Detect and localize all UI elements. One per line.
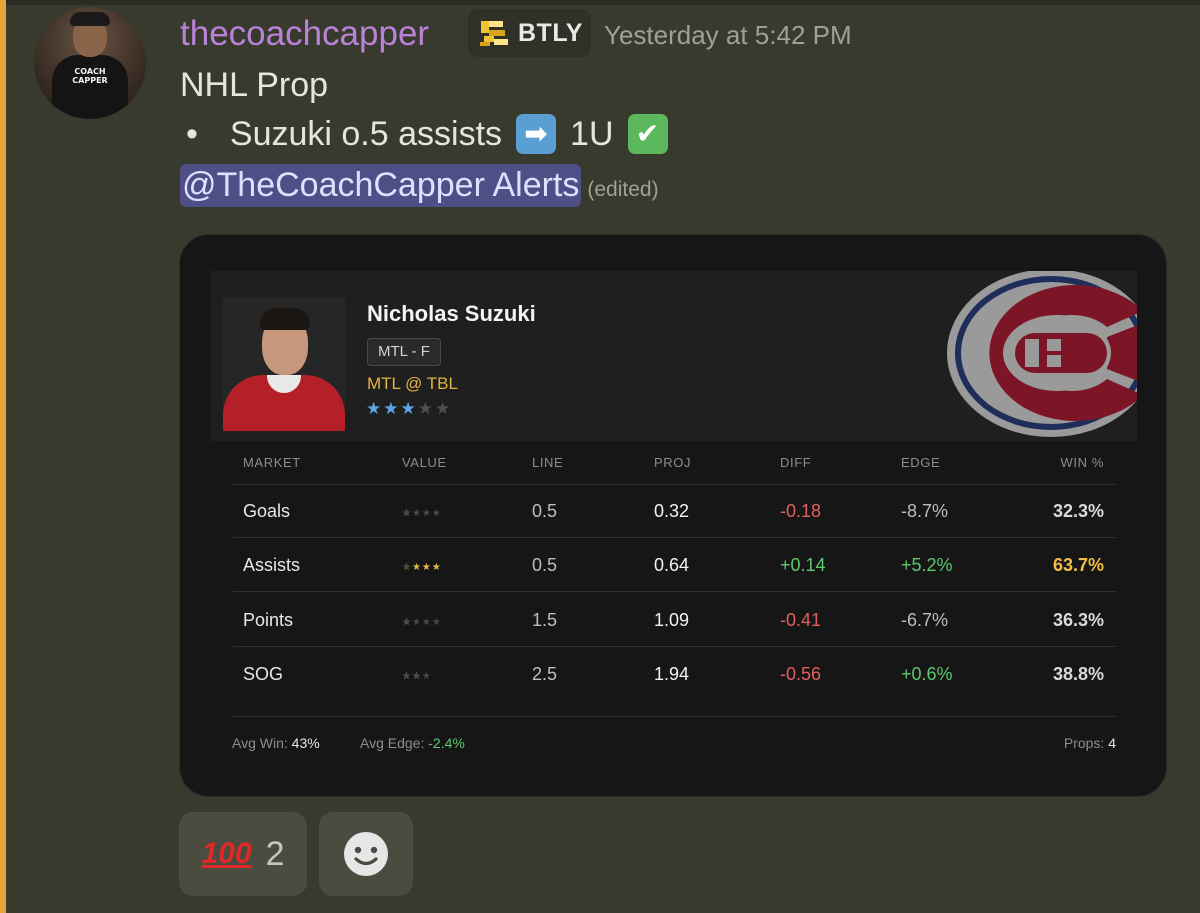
player-rating-stars: ★★★★★ (366, 399, 452, 419)
message-line-pick: • Suzuki o.5 assists ➡ 1U ✔ (180, 114, 668, 154)
star-icon: ★ (400, 399, 418, 418)
avatar-shirt-text: COACH CAPPER (72, 67, 108, 85)
avatar[interactable]: COACH CAPPER (34, 7, 146, 119)
top-strip (0, 0, 1200, 5)
star-icon: ★ (435, 399, 453, 418)
app-tag-label: BTLY (518, 18, 583, 47)
column-header-win: WIN % (1060, 455, 1104, 470)
column-header-proj: PROJ (654, 455, 692, 470)
table-row: SOG ★★ ★★★ 2.5 1.94 -0.56 +0.6% 38.8% (243, 664, 1104, 684)
avg-edge-value: -2.4% (428, 735, 465, 751)
position-badge: MTL - F (367, 338, 441, 366)
market-cell: SOG (243, 664, 284, 684)
diff-cell: -0.41 (780, 610, 822, 630)
divider (233, 716, 1116, 717)
units-text: 1U (570, 114, 614, 153)
smiley-face-icon (344, 832, 388, 876)
edge-cell: +5.2% (901, 555, 953, 575)
win-cell: 32.3% (1052, 501, 1104, 521)
mention-highlight-bar (0, 0, 6, 913)
player-header: Nicholas Suzuki MTL - F MTL @ TBL ★★★★★ (211, 271, 1137, 441)
divider (233, 537, 1116, 538)
message-line-mention: @TheCoachCapper Alerts (edited) (180, 164, 659, 207)
column-header-diff: DIFF (780, 455, 812, 470)
timestamp[interactable]: Yesterday at 5:42 PM (604, 20, 852, 51)
props-count: Props: 4 (1064, 735, 1116, 751)
check-mark-emoji-icon: ✔ (627, 114, 668, 154)
star-icon: ★ (417, 399, 435, 418)
player-photo (223, 297, 345, 431)
props-label: Props: (1063, 735, 1105, 751)
proj-cell: 1.09 (654, 610, 690, 630)
btly-logo-icon (478, 16, 512, 50)
win-cell: 63.7% (1052, 555, 1104, 575)
market-cell: Assists (243, 555, 301, 575)
market-cell: Points (243, 610, 294, 630)
divider (233, 591, 1116, 592)
column-header-line: LINE (532, 455, 564, 470)
table-header: MARKET VALUE LINE PROJ DIFF EDGE WIN % (180, 455, 1166, 475)
line-cell: 0.5 (532, 501, 558, 521)
hundred-points-emoji-icon: 100 (201, 837, 252, 870)
add-reaction-button[interactable] (319, 812, 413, 896)
star-icon: ★ (366, 399, 384, 418)
pick-text: Suzuki o.5 assists (229, 114, 503, 153)
reaction-100[interactable]: 100 2 (179, 812, 307, 896)
role-mention[interactable]: @TheCoachCapper Alerts (180, 164, 582, 207)
edge-cell: -8.7% (901, 501, 949, 521)
table-row: Points ★ ★★★★ 1.5 1.09 -0.41 -6.7% 36.3% (243, 610, 1104, 630)
props-value: 4 (1108, 735, 1116, 751)
username[interactable]: thecoachcapper (180, 14, 429, 54)
divider (233, 646, 1116, 647)
line-cell: 2.5 (532, 664, 558, 684)
proj-cell: 0.32 (654, 501, 690, 521)
win-cell: 38.8% (1052, 664, 1104, 684)
market-cell: Goals (243, 501, 291, 521)
diff-cell: +0.14 (780, 555, 826, 575)
divider (233, 484, 1116, 485)
line-cell: 1.5 (532, 610, 558, 630)
star-icon: ★ (383, 399, 401, 418)
column-header-value: VALUE (402, 455, 447, 470)
proj-cell: 1.94 (654, 664, 690, 684)
table-row: Goals ★ ★★★★ 0.5 0.32 -0.18 -8.7% 32.3% (243, 501, 1104, 521)
avg-edge-label: Avg Edge: (360, 735, 425, 751)
column-header-market: MARKET (243, 455, 301, 470)
prop-card-image[interactable]: Nicholas Suzuki MTL - F MTL @ TBL ★★★★★ … (179, 234, 1167, 797)
line-cell: 0.5 (532, 555, 558, 575)
diff-cell: -0.56 (780, 664, 822, 684)
win-cell: 36.3% (1052, 610, 1104, 630)
table-row: Assists ★★★★ ★ 0.5 0.64 +0.14 +5.2% 63.7% (243, 555, 1104, 575)
avg-win-label: Avg Win: (232, 735, 288, 751)
avg-win: Avg Win: 43% (232, 735, 320, 751)
avg-edge: Avg Edge: -2.4% (360, 735, 465, 751)
avg-win-value: 43% (291, 735, 320, 751)
column-header-edge: EDGE (901, 455, 941, 470)
canadiens-logo-icon (931, 271, 1137, 441)
message-line-title: NHL Prop (180, 66, 329, 104)
player-name: Nicholas Suzuki (367, 301, 536, 326)
matchup: MTL @ TBL (367, 374, 458, 393)
edge-cell: -6.7% (901, 610, 949, 630)
app-tag[interactable]: BTLY (468, 9, 591, 57)
reaction-count: 2 (265, 834, 285, 873)
diff-cell: -0.18 (780, 501, 822, 521)
proj-cell: 0.64 (654, 555, 690, 575)
bullet: • (186, 114, 198, 153)
edited-label: (edited) (587, 178, 659, 201)
arrow-right-emoji-icon: ➡ (516, 114, 557, 154)
edge-cell: +0.6% (901, 664, 953, 684)
